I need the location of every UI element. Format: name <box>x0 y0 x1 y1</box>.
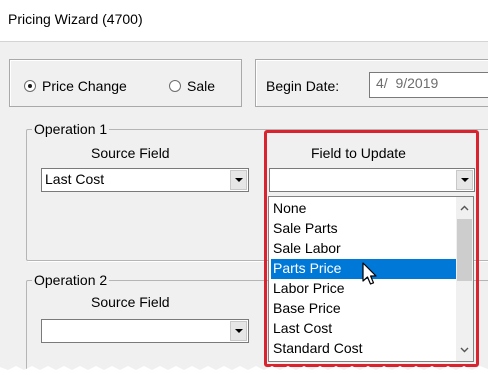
mouse-pointer-icon <box>362 262 377 285</box>
operation2-source-select[interactable] <box>41 319 249 343</box>
dropdown-scrollbar[interactable] <box>456 197 473 361</box>
torn-edge <box>0 366 488 375</box>
operation1-update-label: Field to Update <box>311 145 406 161</box>
operation2-source-label: Source Field <box>91 294 170 310</box>
radio-price-change[interactable]: Price Change <box>24 78 127 94</box>
begin-date-label: Begin Date: <box>266 78 340 94</box>
radio-price-change-label: Price Change <box>42 78 127 94</box>
chevron-down-icon[interactable] <box>230 321 247 341</box>
chevron-down-icon[interactable] <box>230 170 247 190</box>
operation1-source-select[interactable]: Last Cost <box>41 168 249 192</box>
operation1-source-label: Source Field <box>91 145 170 161</box>
pricing-wizard-window: Pricing Wizard (4700) Price Change Sale … <box>0 0 488 375</box>
dropdown-item-base-price[interactable]: Base Price <box>271 299 457 319</box>
dropdown-item-standard-cost[interactable]: Standard Cost <box>271 339 457 359</box>
radio-sale-label: Sale <box>187 78 216 94</box>
operation2-legend: Operation 2 <box>32 272 110 288</box>
scrollbar-thumb[interactable] <box>457 219 472 281</box>
operation1-update-select[interactable] <box>269 168 475 192</box>
dropdown-item-sale-labor[interactable]: Sale Labor <box>271 239 457 259</box>
title-bar: Pricing Wizard (4700) <box>0 0 488 42</box>
chevron-down-icon[interactable] <box>456 170 473 190</box>
operation1-source-value: Last Cost <box>45 171 105 187</box>
dropdown-item-last-cost[interactable]: Last Cost <box>271 319 457 339</box>
scroll-up-icon[interactable] <box>456 199 473 217</box>
scroll-down-icon[interactable] <box>456 341 473 359</box>
dropdown-item-none[interactable]: None <box>271 199 457 219</box>
dropdown-item-sale-parts[interactable]: Sale Parts <box>271 219 457 239</box>
radio-price-change-indicator[interactable] <box>24 80 36 92</box>
window-title: Pricing Wizard (4700) <box>8 11 143 27</box>
operation1-legend: Operation 1 <box>32 121 110 137</box>
radio-sale-indicator[interactable] <box>169 80 181 92</box>
radio-sale[interactable]: Sale <box>169 78 215 94</box>
begin-date-field[interactable]: 4/ 9/2019 <box>369 72 488 98</box>
